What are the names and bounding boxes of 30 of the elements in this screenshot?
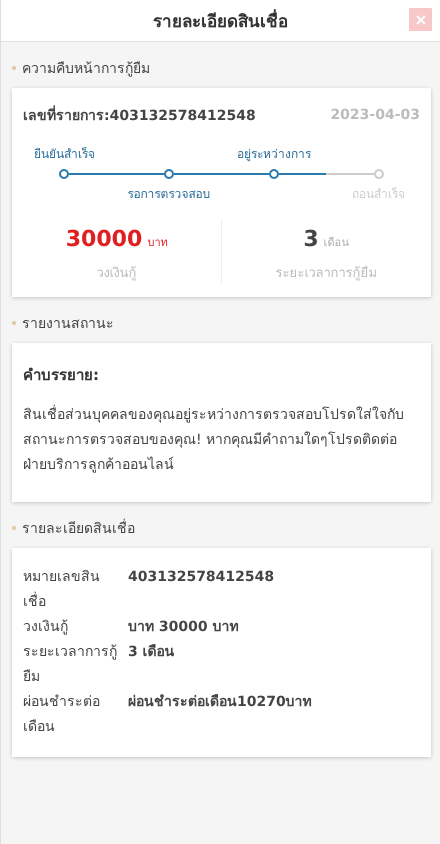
stat-value: 3: [303, 227, 319, 252]
close-icon: [416, 14, 426, 24]
detail-label: วงเงินกู้: [23, 618, 69, 637]
order-date: 2023-04-03: [330, 107, 420, 123]
order-number: เลขที่รายการ:403132578412548: [23, 104, 256, 126]
section-title: รายงานสถานะ: [22, 315, 114, 334]
description-text: สินเชื่อส่วนบุคคลของคุณอยู่ระหว่างการตรวจสอบโปรดใส่ใจกับสถานะการตรวจสอบของคุณ! หากคุณมีคำถามใดๆโปรดติดต่อฝ่ายบริการลูกค้าออนไลน์: [23, 403, 420, 478]
stat-label: ระยะเวลาการกู้ยืม: [276, 265, 378, 283]
detail-label: ผ่อนชำระต่อเดือน: [23, 693, 101, 737]
stat-unit: บาท: [147, 235, 168, 251]
detail-value: 3 เดือน: [128, 643, 175, 662]
detail-label: ระยะเวลาการกู้ยืม: [23, 643, 118, 687]
close-button[interactable]: [409, 8, 432, 31]
stat-label: วงเงินกู้: [96, 265, 136, 283]
detail-value: ผ่อนชำระต่อเดือน10270บาท: [128, 693, 312, 712]
bullet-icon: [12, 321, 16, 325]
detail-value: บาท 30000 บาท: [128, 618, 238, 637]
bullet-icon: [12, 66, 16, 70]
description-heading: คำบรรยาย:: [23, 365, 100, 386]
detail-value: 403132578412548: [128, 568, 274, 587]
stat-value: 30000: [66, 227, 142, 252]
section-title: ความคืบหน้าการกู้ยืม: [22, 60, 150, 79]
stat-unit: เดือน: [324, 235, 350, 251]
detail-label: หมายเลขสินเชื่อ: [23, 568, 101, 612]
section-title: รายละเอียดสินเชื่อ: [22, 517, 135, 539]
step-label: อยู่ระหว่างการ: [236, 146, 311, 164]
bullet-icon: [12, 526, 16, 530]
step-label: รอการตรวจสอบ: [128, 186, 211, 203]
step-label: ยืนยันสำเร็จ: [34, 146, 95, 163]
page-title: รายละเอียดสินเชื่อ: [153, 7, 288, 34]
